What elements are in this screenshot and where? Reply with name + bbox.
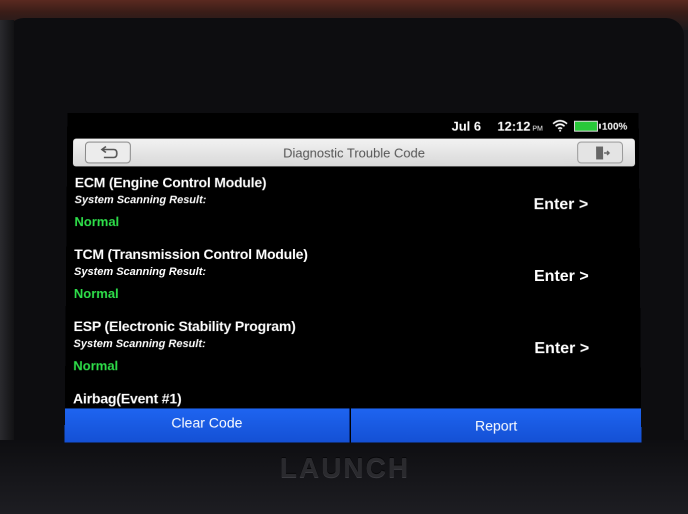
status-date: Jul 6 <box>451 118 482 134</box>
module-result-label: System Scanning Result: <box>73 266 207 278</box>
module-item-ecm[interactable]: ECM (Engine Control Module) System Scann… <box>66 174 639 246</box>
enter-button-esp[interactable]: Enter > <box>534 340 589 358</box>
module-item-airbag[interactable]: Airbag(Event #1) <box>65 390 641 410</box>
module-name: Airbag(Event #1) <box>72 390 182 407</box>
page-title: Diagnostic Trouble Code <box>283 145 425 161</box>
module-item-esp[interactable]: ESP (Electronic Stability Program) Syste… <box>65 318 641 390</box>
exit-icon <box>596 146 610 160</box>
module-item-tcm[interactable]: TCM (Transmission Control Module) System… <box>66 246 641 318</box>
module-status: Normal <box>73 358 119 374</box>
brand-logo: LAUNCH <box>279 452 411 483</box>
enter-button-ecm[interactable]: Enter > <box>534 196 589 214</box>
module-result-label: System Scanning Result: <box>73 338 206 351</box>
report-button[interactable]: Report <box>350 408 642 443</box>
status-ampm: PM <box>532 125 543 133</box>
wifi-icon <box>552 120 568 132</box>
module-name: ECM (Engine Control Module) <box>74 174 267 191</box>
battery-icon <box>573 120 598 132</box>
status-time: 12:12 PM <box>497 118 543 134</box>
action-bar: Clear Code Report <box>64 408 642 443</box>
screen: Jul 6 12:12 PM 100% Diagnostic Trouble Co… <box>64 112 642 443</box>
status-battery: 100% <box>601 121 628 133</box>
module-name: TCM (Transmission Control Module) <box>74 246 308 263</box>
clear-code-button[interactable]: Clear Code <box>64 408 350 443</box>
module-name: ESP (Electronic Stability Program) <box>73 318 296 335</box>
module-status: Normal <box>74 214 120 230</box>
title-bar: Diagnostic Trouble Code <box>72 138 636 167</box>
enter-button-tcm[interactable]: Enter > <box>534 268 589 286</box>
module-status: Normal <box>73 285 119 302</box>
module-result-label: System Scanning Result: <box>74 194 207 207</box>
exit-button[interactable] <box>577 141 624 164</box>
module-list: ECM (Engine Control Module) System Scann… <box>65 170 641 410</box>
status-bar: Jul 6 12:12 PM 100% <box>67 112 639 139</box>
